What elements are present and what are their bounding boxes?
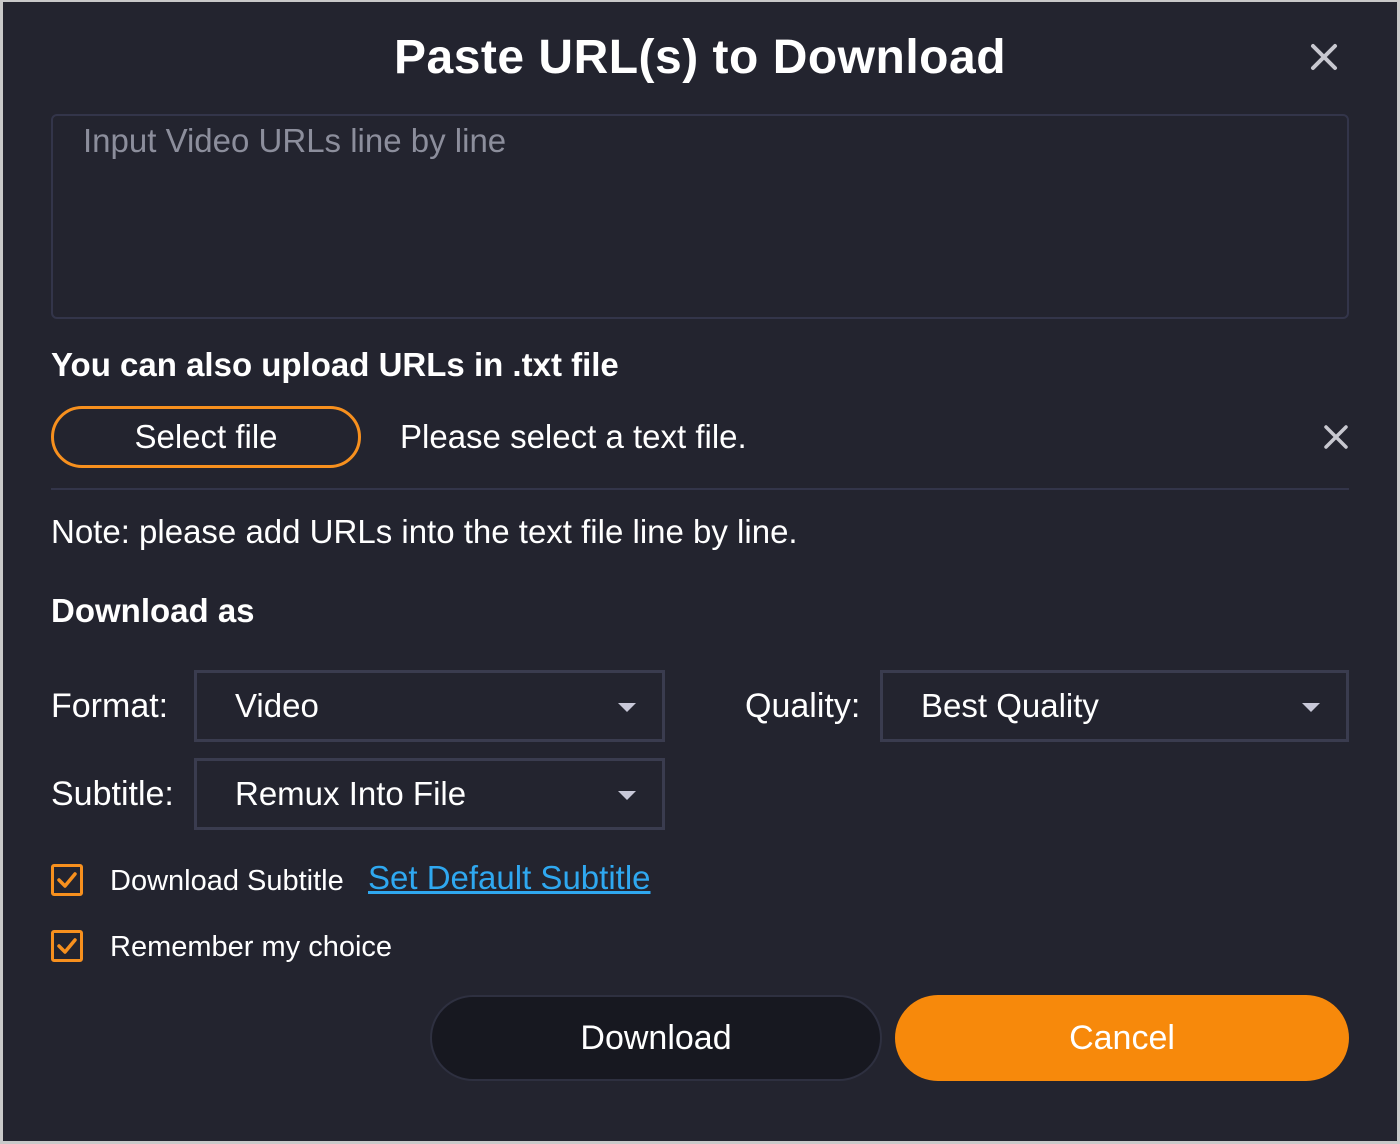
subtitle-dropdown[interactable]: Remux Into File (194, 758, 665, 830)
caret-down-icon (618, 703, 636, 712)
checkmark-icon (57, 938, 77, 954)
dialog-title: Paste URL(s) to Download (393, 31, 1007, 84)
remember-choice-label: Remember my choice (110, 931, 393, 963)
subtitle-value: Remux Into File (235, 775, 467, 812)
download-subtitle-checkbox[interactable] (51, 864, 83, 896)
download-button[interactable]: Download (430, 995, 882, 1081)
download-subtitle-label: Download Subtitle (110, 865, 344, 897)
caret-down-icon (1302, 703, 1320, 712)
quality-label: Quality: (745, 687, 861, 725)
paste-url-dialog: Paste URL(s) to Download You can also up… (3, 2, 1397, 1141)
url-input[interactable] (51, 114, 1349, 319)
set-default-subtitle-link[interactable]: Set Default Subtitle (368, 859, 651, 897)
upload-heading: You can also upload URLs in .txt file (51, 346, 619, 383)
caret-down-icon (618, 791, 636, 800)
quality-value: Best Quality (921, 687, 1099, 724)
format-label: Format: (51, 687, 169, 725)
divider (51, 488, 1349, 490)
cancel-button[interactable]: Cancel (895, 995, 1349, 1081)
format-dropdown[interactable]: Video (194, 670, 665, 742)
upload-note: Note: please add URLs into the text file… (51, 513, 798, 550)
checkmark-icon (57, 872, 77, 888)
close-icon[interactable] (1307, 40, 1341, 74)
select-file-button[interactable]: Select file (51, 406, 361, 468)
clear-file-icon[interactable] (1321, 422, 1351, 452)
subtitle-label: Subtitle: (51, 775, 174, 813)
download-as-heading: Download as (51, 592, 255, 629)
remember-choice-checkbox[interactable] (51, 930, 83, 962)
format-value: Video (235, 687, 319, 724)
file-status-text: Please select a text file. (400, 418, 747, 455)
quality-dropdown[interactable]: Best Quality (880, 670, 1349, 742)
